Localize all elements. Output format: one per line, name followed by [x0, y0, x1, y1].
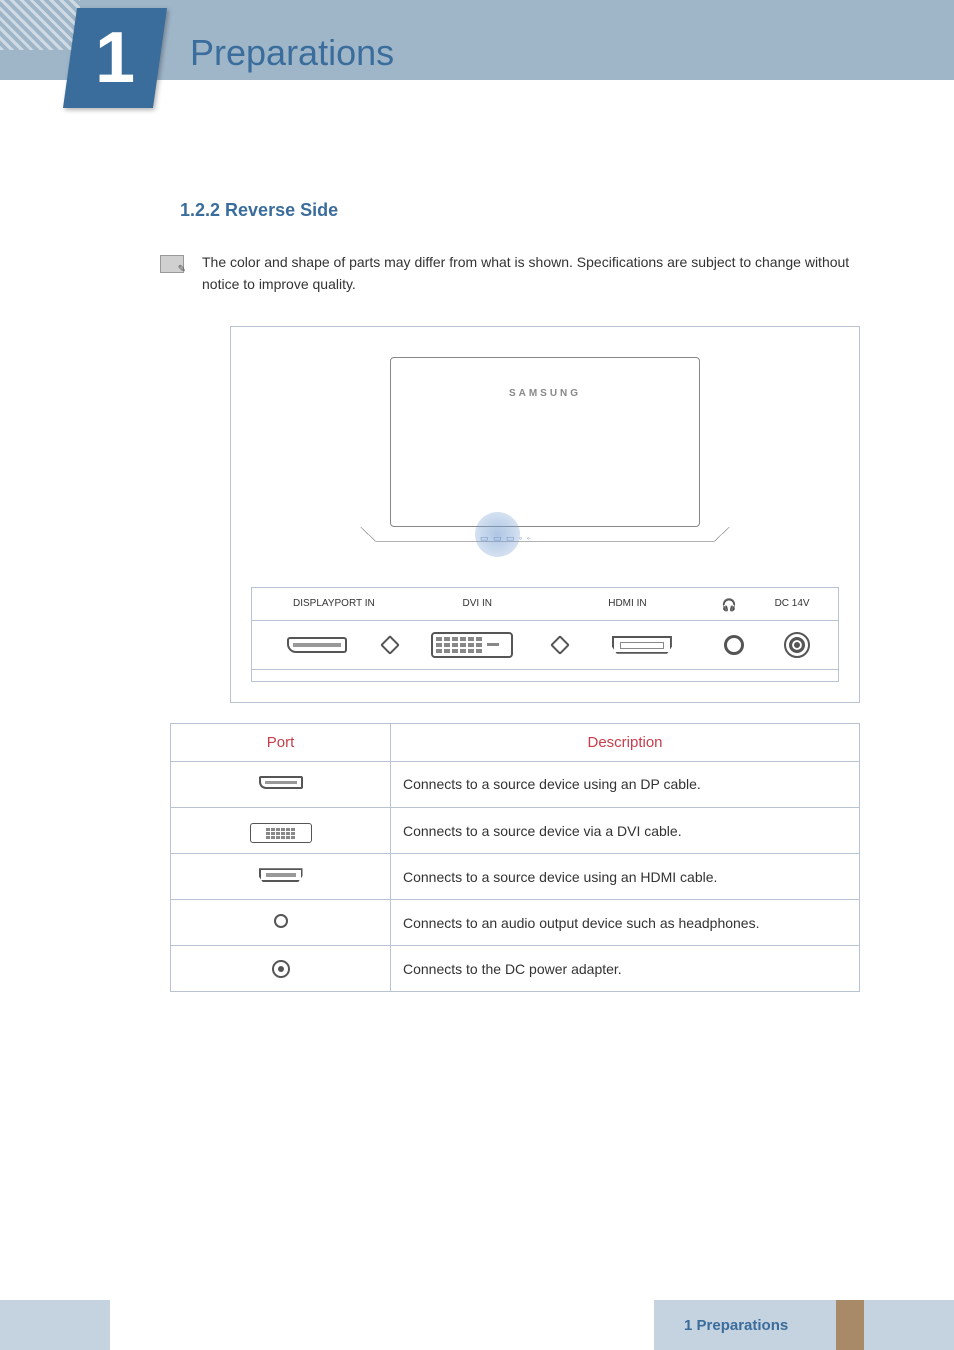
section-heading: 1.2.2 Reverse Side	[180, 200, 854, 221]
screw-icon	[550, 635, 570, 655]
displayport-icon	[287, 637, 347, 653]
reverse-side-diagram: SAMSUNG ▭ ▭ ▭ ◦ ◦ DISPLAYPORT IN DVI IN …	[230, 326, 860, 703]
dc-power-icon	[784, 632, 810, 658]
note-icon	[160, 255, 184, 273]
hdmi-icon	[612, 636, 672, 654]
label-displayport: DISPLAYPORT IN	[264, 598, 400, 609]
hdmi-icon	[259, 868, 303, 882]
monitor-back: SAMSUNG	[390, 357, 700, 527]
table-desc: Connects to a source device using an DP …	[391, 761, 860, 807]
table-row: Connects to a source device using an HDM…	[171, 854, 860, 900]
dvi-icon	[431, 632, 513, 658]
monitor-illustration: SAMSUNG ▭ ▭ ▭ ◦ ◦	[251, 347, 839, 587]
chapter-title: Preparations	[190, 32, 394, 74]
port-labels-row: DISPLAYPORT IN DVI IN HDMI IN DC 14V	[252, 588, 838, 621]
audio-jack-icon	[724, 635, 744, 655]
page-footer: 1 Preparations	[0, 1300, 954, 1350]
table-desc: Connects to a source device using an HDM…	[391, 854, 860, 900]
table-row: Connects to a source device using an DP …	[171, 761, 860, 807]
table-header-port: Port	[171, 723, 391, 761]
note-text: The color and shape of parts may differ …	[202, 251, 854, 296]
callout-highlight	[475, 512, 520, 557]
port-icons-row	[252, 621, 838, 669]
page-content: 1.2.2 Reverse Side The color and shape o…	[0, 80, 954, 992]
table-row: Connects to an audio output device such …	[171, 900, 860, 946]
chapter-badge: 1	[63, 8, 167, 108]
headphone-icon	[700, 596, 758, 612]
table-row: Connects to the DC power adapter.	[171, 946, 860, 992]
label-dc: DC 14V	[758, 598, 826, 609]
audio-jack-icon	[274, 914, 288, 928]
table-desc: Connects to the DC power adapter.	[391, 946, 860, 992]
decorative-hatch	[0, 0, 80, 50]
dc-power-icon	[272, 960, 290, 978]
label-dvi: DVI IN	[400, 598, 555, 609]
displayport-icon	[259, 776, 303, 789]
chapter-number: 1	[95, 17, 135, 99]
port-strip: DISPLAYPORT IN DVI IN HDMI IN DC 14V	[251, 587, 839, 682]
table-desc: Connects to a source device via a DVI ca…	[391, 807, 860, 854]
footer-text: 1 Preparations	[684, 1317, 788, 1334]
table-desc: Connects to an audio output device such …	[391, 900, 860, 946]
port-description-table: Port Description Connects to a source de…	[170, 723, 860, 993]
monitor-stand: ▭ ▭ ▭ ◦ ◦	[390, 527, 700, 557]
label-hdmi: HDMI IN	[555, 598, 700, 609]
screw-icon	[380, 635, 400, 655]
note-block: The color and shape of parts may differ …	[160, 251, 854, 296]
brand-logo: SAMSUNG	[509, 388, 581, 399]
dvi-icon	[250, 823, 312, 843]
footer-left-decoration	[0, 1300, 110, 1350]
table-row: Connects to a source device via a DVI ca…	[171, 807, 860, 854]
footer-right-band: 1 Preparations	[654, 1300, 954, 1350]
footer-accent	[836, 1300, 864, 1350]
table-header-desc: Description	[391, 723, 860, 761]
